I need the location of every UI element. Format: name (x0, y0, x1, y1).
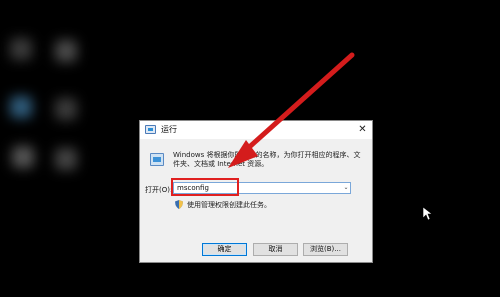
dialog-titlebar[interactable]: 运行 ✕ (140, 121, 372, 139)
ok-button[interactable]: 确定 (202, 243, 247, 256)
dialog-description: Windows 将根据你所输入的名称，为你打开相应的程序、文件夹、文档或 Int… (173, 151, 361, 168)
shield-icon (175, 200, 183, 209)
button-row: 确定 取消 浏览(B)... (140, 230, 372, 262)
close-icon[interactable]: ✕ (355, 122, 370, 137)
background-blurred-desktop (0, 28, 90, 208)
dialog-body: Windows 将根据你所输入的名称，为你打开相应的程序、文件夹、文档或 Int… (140, 139, 372, 262)
run-program-icon (150, 153, 164, 166)
dropdown-arrow-icon[interactable]: ⌄ (341, 182, 351, 194)
mouse-cursor-icon (423, 207, 432, 221)
run-icon (145, 125, 156, 134)
highlight-box (171, 178, 239, 196)
open-label: 打开(O): (145, 186, 173, 194)
cancel-button[interactable]: 取消 (253, 243, 298, 256)
admin-note: 使用管理权限创建此任务。 (187, 201, 271, 209)
browse-button[interactable]: 浏览(B)... (303, 243, 348, 256)
dialog-title: 运行 (161, 125, 177, 134)
